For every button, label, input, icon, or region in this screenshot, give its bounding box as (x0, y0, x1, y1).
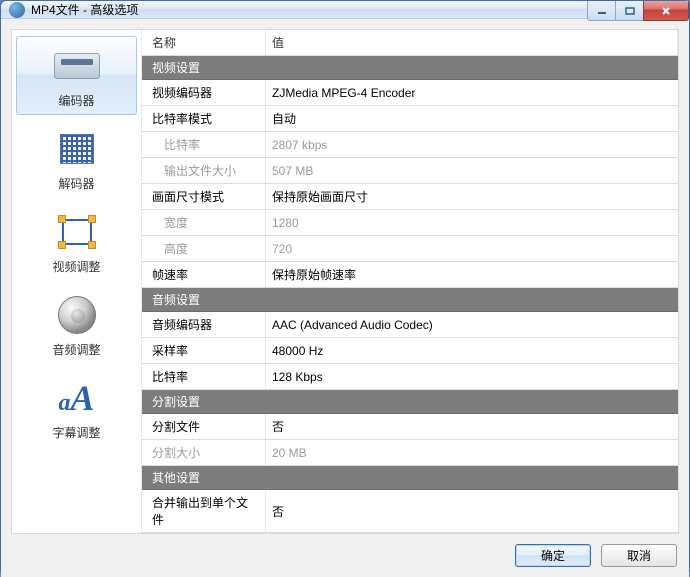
cell-name: 视频编码器 (142, 80, 266, 105)
row-fps[interactable]: 帧速率 保持原始帧速率 (142, 262, 678, 288)
sidebar-item-audio-adjust[interactable]: 音频调整 (16, 285, 137, 364)
window-title: MP4文件 - 高级选项 (31, 1, 138, 18)
video-adjust-icon (53, 212, 101, 252)
row-sample-rate[interactable]: 采样率 48000 Hz (142, 338, 678, 364)
row-merge-single[interactable]: 合并输出到单个文件 否 (142, 490, 678, 533)
titlebar[interactable]: MP4文件 - 高级选项 (1, 1, 689, 19)
row-height: 高度 720 (142, 236, 678, 262)
client-area: 编码器 解码器 视频调整 音频调整 aA (1, 19, 689, 577)
cell-name: 画面尺寸模式 (142, 184, 266, 209)
sidebar-item-label: 视频调整 (52, 258, 100, 275)
close-button[interactable] (643, 1, 689, 21)
sidebar-item-encoder[interactable]: 编码器 (16, 36, 137, 115)
sidebar-item-video-adjust[interactable]: 视频调整 (16, 202, 137, 281)
window-frame: MP4文件 - 高级选项 编码器 解码器 (0, 0, 690, 572)
sidebar-item-subtitle-adjust[interactable]: aA 字幕调整 (16, 368, 137, 447)
cell-name: 合并输出到单个文件 (142, 490, 266, 532)
grid-body[interactable]: 视频设置 视频编码器 ZJMedia MPEG-4 Encoder 比特率模式 … (142, 56, 678, 533)
section-other: 其他设置 (142, 466, 678, 490)
sidebar-item-label: 音频调整 (52, 341, 100, 358)
cell-value: 保持原始帧速率 (266, 262, 678, 287)
sidebar-item-label: 解码器 (58, 175, 94, 192)
cancel-button[interactable]: 取消 (601, 544, 677, 567)
cell-value: 保持原始画面尺寸 (266, 184, 678, 209)
row-video-encoder[interactable]: 视频编码器 ZJMedia MPEG-4 Encoder (142, 80, 678, 106)
cell-value: 48000 Hz (266, 340, 678, 362)
sidebar-item-decoder[interactable]: 解码器 (16, 119, 137, 198)
audio-adjust-icon (53, 295, 101, 335)
cell-value: 507 MB (266, 160, 678, 182)
app-icon (9, 2, 25, 18)
settings-grid: 名称 值 视频设置 视频编码器 ZJMedia MPEG-4 Encoder 比… (142, 30, 678, 533)
subtitle-adjust-icon: aA (53, 378, 101, 418)
cell-value: 720 (266, 238, 678, 260)
dialog-buttons: 确定 取消 (11, 544, 679, 567)
section-video: 视频设置 (142, 56, 678, 80)
row-bitrate: 比特率 2807 kbps (142, 132, 678, 158)
row-size-mode[interactable]: 画面尺寸模式 保持原始画面尺寸 (142, 184, 678, 210)
cell-value: 否 (266, 414, 678, 439)
cell-value: 20 MB (266, 442, 678, 464)
cell-value: 自动 (266, 106, 678, 131)
cell-name: 输出文件大小 (142, 158, 266, 183)
cell-value: 1280 (266, 212, 678, 234)
cell-value: 否 (266, 499, 678, 524)
encoder-icon (53, 46, 101, 86)
maximize-button[interactable] (615, 1, 644, 21)
cell-name: 帧速率 (142, 262, 266, 287)
sidebar-item-label: 编码器 (58, 92, 94, 109)
row-output-size: 输出文件大小 507 MB (142, 158, 678, 184)
main-panel: 编码器 解码器 视频调整 音频调整 aA (11, 29, 679, 534)
cell-value: 2807 kbps (266, 134, 678, 156)
row-width: 宽度 1280 (142, 210, 678, 236)
minimize-button[interactable] (587, 1, 616, 21)
cell-name: 宽度 (142, 210, 266, 235)
sidebar: 编码器 解码器 视频调整 音频调整 aA (12, 30, 142, 533)
column-header-value[interactable]: 值 (266, 30, 678, 55)
cell-name: 音频编码器 (142, 312, 266, 337)
cell-name: 比特率 (142, 364, 266, 389)
section-split: 分割设置 (142, 390, 678, 414)
ok-button[interactable]: 确定 (515, 544, 591, 567)
cell-value: ZJMedia MPEG-4 Encoder (266, 82, 678, 104)
cell-name: 比特率模式 (142, 106, 266, 131)
window-controls (588, 1, 689, 21)
cell-value: 128 Kbps (266, 366, 678, 388)
column-header-name[interactable]: 名称 (142, 30, 266, 55)
row-bitrate-mode[interactable]: 比特率模式 自动 (142, 106, 678, 132)
cell-name: 高度 (142, 236, 266, 261)
sidebar-item-label: 字幕调整 (52, 424, 100, 441)
cell-name: 分割文件 (142, 414, 266, 439)
row-audio-bitrate[interactable]: 比特率 128 Kbps (142, 364, 678, 390)
grid-header: 名称 值 (142, 30, 678, 56)
row-audio-encoder[interactable]: 音频编码器 AAC (Advanced Audio Codec) (142, 312, 678, 338)
row-split-file[interactable]: 分割文件 否 (142, 414, 678, 440)
decoder-icon (53, 129, 101, 169)
cell-name: 比特率 (142, 132, 266, 157)
cell-name: 采样率 (142, 338, 266, 363)
row-split-size: 分割大小 20 MB (142, 440, 678, 466)
cell-name: 分割大小 (142, 440, 266, 465)
cell-value: AAC (Advanced Audio Codec) (266, 314, 678, 336)
section-audio: 音频设置 (142, 288, 678, 312)
